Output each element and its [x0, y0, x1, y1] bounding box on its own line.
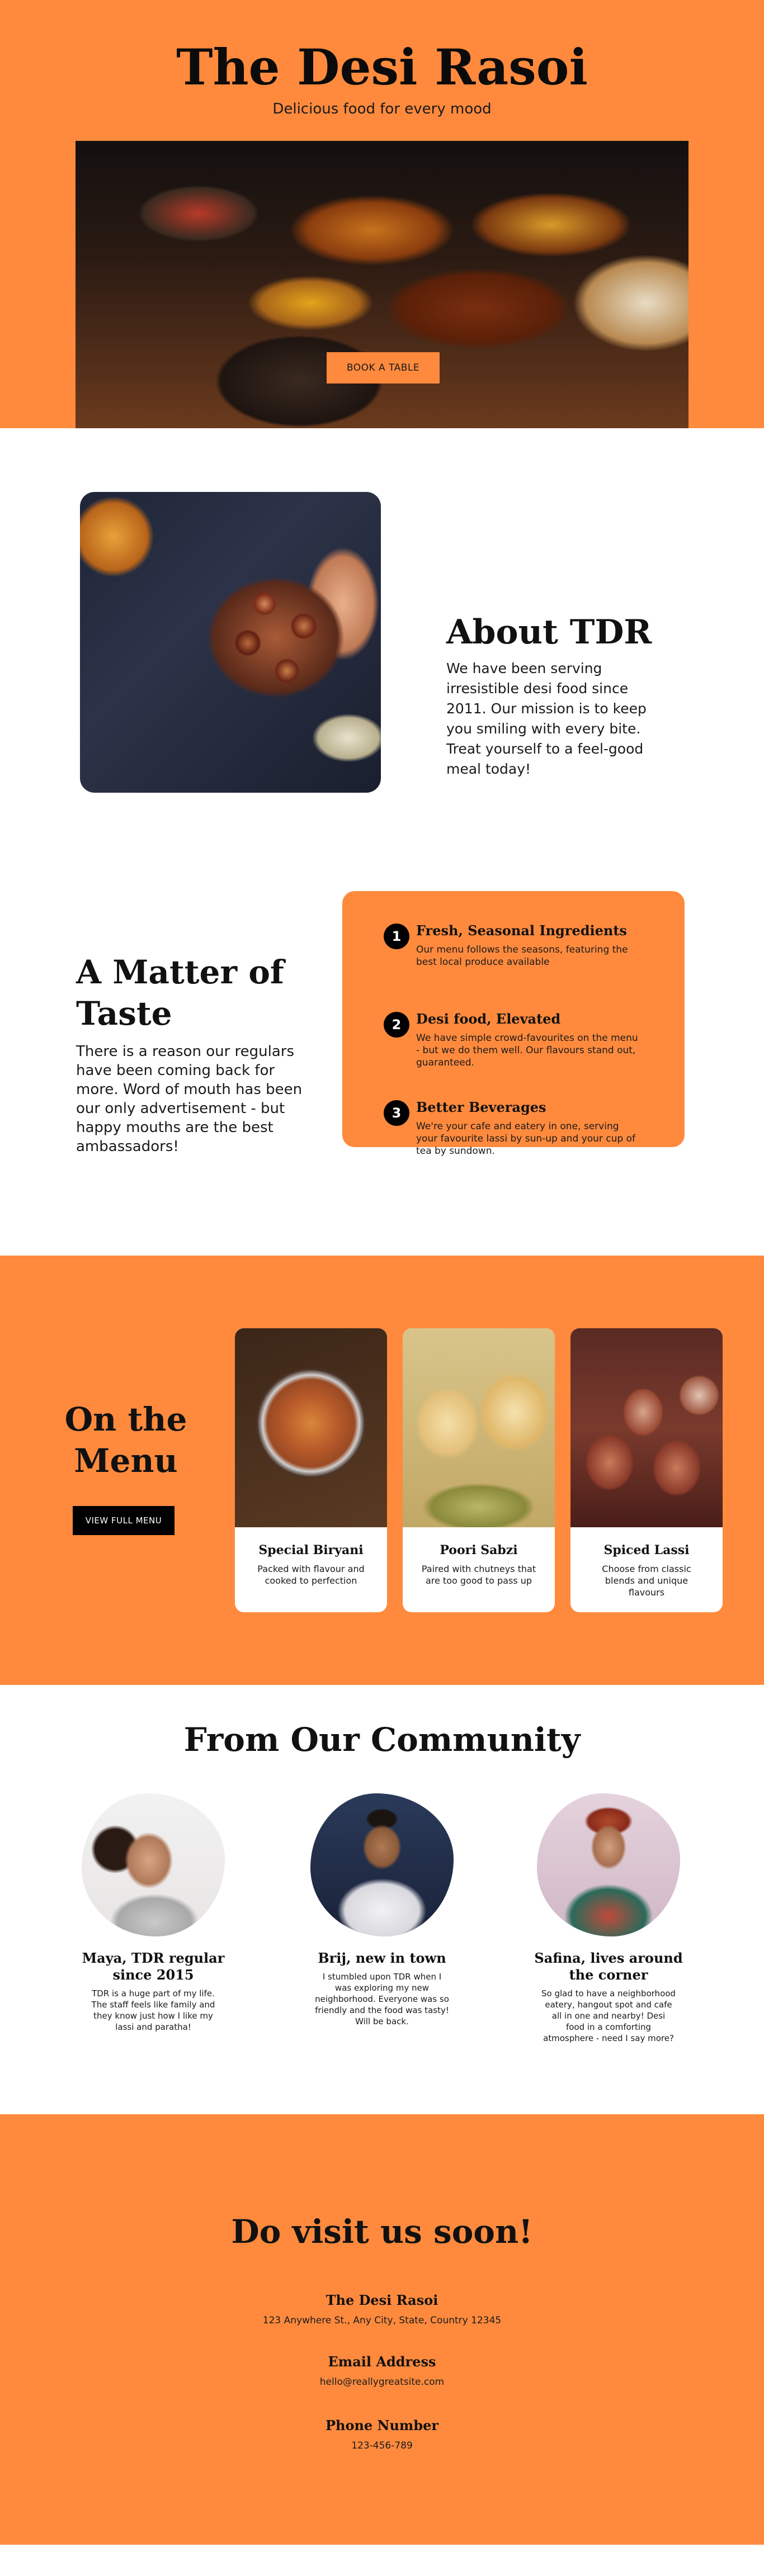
- book-table-button[interactable]: BOOK A TABLE: [327, 352, 440, 383]
- feature-title: Fresh, Seasonal Ingredients: [416, 922, 627, 939]
- dish-description: Packed with flavour and cooked to perfec…: [257, 1564, 365, 1586]
- testimonial-quote: TDR is a huge part of my life. The staff…: [91, 1988, 215, 2032]
- about-dessert-photo: [80, 492, 381, 793]
- taste-heading: A Matter of Taste: [76, 953, 284, 1033]
- testimonial-name: Maya, TDR regular since 2015: [82, 1950, 225, 1983]
- menu-card-spiced-lassi[interactable]: Spiced Lassi Choose from classic blends …: [570, 1328, 723, 1612]
- about-heading: About TDR: [446, 613, 652, 652]
- restaurant-name-label: The Desi Rasoi: [326, 2292, 438, 2308]
- hero-food-photo: [76, 141, 688, 428]
- feature-text: Our menu follows the seasons, featuring …: [416, 944, 628, 968]
- feature-number-badge: 3: [384, 1100, 409, 1126]
- feature-text: We have simple crowd-favourites on the m…: [416, 1033, 638, 1068]
- view-full-menu-button[interactable]: VIEW FULL MENU: [73, 1506, 175, 1535]
- address-block: The Desi Rasoi 123 Anywhere St., Any Cit…: [0, 2292, 764, 2326]
- email-link[interactable]: hello@reallygreatsite.com: [0, 2376, 764, 2388]
- tagline: Delicious food for every mood: [272, 101, 492, 117]
- dish-name: Poori Sabzi: [440, 1543, 518, 1557]
- menu-heading: On the Menu: [64, 1400, 187, 1480]
- phone-block: Phone Number 123-456-789: [0, 2417, 764, 2451]
- testimonial-card: Brij, new in town I stumbled upon TDR wh…: [298, 1793, 466, 2027]
- contact-section: Do visit us soon! The Desi Rasoi 123 Any…: [0, 2114, 764, 2545]
- lassi-photo: [570, 1328, 723, 1527]
- testimonial-card: Safina, lives around the corner So glad …: [525, 1793, 692, 2044]
- dish-name: Spiced Lassi: [603, 1543, 690, 1557]
- community-heading: From Our Community: [183, 1721, 581, 1759]
- feature-title: Better Beverages: [416, 1099, 546, 1115]
- visit-heading: Do visit us soon!: [231, 2213, 533, 2251]
- avatar: [82, 1793, 225, 1936]
- testimonial-card: Maya, TDR regular since 2015 TDR is a hu…: [69, 1793, 237, 2033]
- taste-section: A Matter of Taste There is a reason our …: [0, 891, 764, 1256]
- site-title: The Desi Rasoi: [176, 38, 588, 96]
- phone-label: Phone Number: [325, 2417, 439, 2433]
- feature-text: We're your cafe and eatery in one, servi…: [416, 1121, 635, 1157]
- menu-section: On the Menu VIEW FULL MENU Special Birya…: [0, 1256, 764, 1685]
- avatar: [537, 1793, 680, 1936]
- phone-link[interactable]: 123-456-789: [0, 2440, 764, 2451]
- about-text: We have been serving irresistible desi f…: [446, 660, 647, 777]
- community-section: From Our Community Maya, TDR regular sin…: [0, 1685, 764, 2114]
- dish-description: Choose from classic blends and unique fl…: [602, 1564, 691, 1598]
- feature-number-badge: 1: [384, 924, 409, 949]
- dish-name: Special Biryani: [258, 1543, 364, 1557]
- email-block: Email Address hello@reallygreatsite.com: [0, 2354, 764, 2388]
- testimonial-quote: I stumbled upon TDR when I was exploring…: [315, 1972, 449, 2026]
- features-card: 1 Fresh, Seasonal Ingredients Our menu f…: [342, 891, 685, 1157]
- about-section: About TDR We have been serving irresisti…: [0, 428, 764, 891]
- feature-title: Desi food, Elevated: [416, 1011, 561, 1027]
- taste-text: There is a reason our regulars have been…: [76, 1043, 303, 1155]
- testimonial-quote: So glad to have a neighborhood eatery, h…: [541, 1988, 676, 2043]
- testimonial-name: Safina, lives around the corner: [534, 1950, 683, 1983]
- menu-card-poori-sabzi[interactable]: Poori Sabzi Paired with chutneys that ar…: [403, 1328, 555, 1612]
- testimonial-name: Brij, new in town: [318, 1950, 446, 1966]
- email-label: Email Address: [328, 2354, 436, 2370]
- biryani-photo: [235, 1328, 387, 1527]
- address-text: 123 Anywhere St., Any City, State, Count…: [262, 2315, 502, 2326]
- avatar: [310, 1793, 454, 1936]
- hero-section: The Desi Rasoi Delicious food for every …: [0, 0, 764, 428]
- poori-sabzi-photo: [403, 1328, 555, 1527]
- menu-card-biryani[interactable]: Special Biryani Packed with flavour and …: [235, 1328, 387, 1612]
- feature-number-badge: 2: [384, 1012, 409, 1038]
- dish-description: Paired with chutneys that are too good t…: [421, 1564, 536, 1586]
